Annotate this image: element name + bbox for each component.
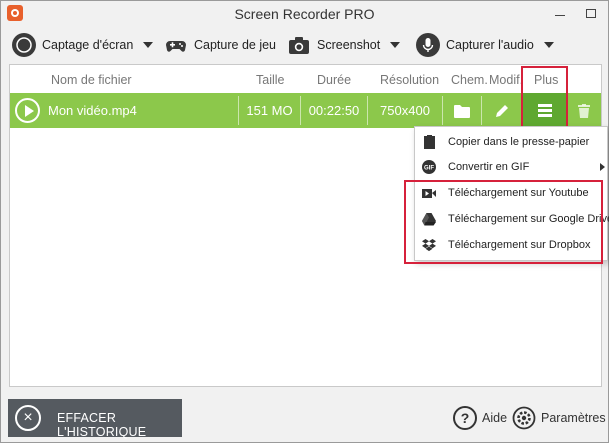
settings-button[interactable]: Paramètres <box>511 403 606 433</box>
file-size: 151 MO <box>246 103 293 118</box>
folder-icon <box>454 104 470 118</box>
file-duration: 00:22:50 <box>308 103 360 118</box>
app-window: Screen Recorder PRO Captage d'écran Capt… <box>0 0 609 443</box>
close-icon: × <box>15 405 41 431</box>
table-header: Nom de fichier Taille Durée Résolution C… <box>10 65 601 93</box>
menu-item-upload-google-drive[interactable]: Téléchargement sur Google Drive <box>415 207 609 232</box>
column-header-resolution[interactable]: Résolution <box>380 73 439 87</box>
screen-capture-menu[interactable]: Captage d'écran <box>12 28 154 62</box>
menu-label: Téléchargement sur Dropbox <box>448 239 591 251</box>
game-capture-button[interactable]: Capture de jeu <box>164 28 276 62</box>
menu-label: Téléchargement sur Youtube <box>448 187 589 199</box>
file-resolution: 750x400 <box>380 103 430 118</box>
column-header-name[interactable]: Nom de fichier <box>51 73 132 87</box>
menu-label: Téléchargement sur Google Drive <box>448 213 609 225</box>
chevron-down-icon <box>143 42 154 48</box>
audio-capture-label: Capturer l'audio <box>446 38 534 52</box>
chevron-down-icon <box>543 42 554 48</box>
menu-label: Convertir en GIF <box>448 161 530 173</box>
table-row[interactable]: Mon vidéo.mp4 151 MO 00:22:50 750x400 <box>10 93 601 128</box>
pencil-icon <box>496 104 508 117</box>
menu-item-upload-dropbox[interactable]: Téléchargement sur Dropbox <box>415 233 607 258</box>
game-capture-label: Capture de jeu <box>194 38 277 52</box>
screen-capture-label: Captage d'écran <box>42 38 134 52</box>
open-folder-button[interactable] <box>443 93 481 128</box>
file-name: Mon vidéo.mp4 <box>48 103 137 118</box>
svg-text:GIF: GIF <box>424 166 434 172</box>
menu-icon <box>538 104 552 117</box>
title-bar: Screen Recorder PRO <box>1 1 608 27</box>
edit-button[interactable] <box>482 93 522 128</box>
clipboard-icon <box>422 135 436 149</box>
trash-icon <box>578 103 590 118</box>
camera-icon <box>287 33 311 57</box>
chevron-down-icon <box>390 42 401 48</box>
gear-icon <box>511 405 537 431</box>
microphone-icon <box>416 33 440 57</box>
column-header-size[interactable]: Taille <box>256 73 285 87</box>
help-icon: ? <box>453 406 477 430</box>
column-header-edit: Modif. <box>489 73 521 87</box>
chevron-right-icon <box>600 163 605 171</box>
dropbox-icon <box>422 238 436 252</box>
context-menu: Copier dans le presse-papier GIF Convert… <box>414 126 609 261</box>
window-title: Screen Recorder PRO <box>234 6 375 22</box>
play-button[interactable] <box>15 98 40 123</box>
audio-capture-menu[interactable]: Capturer l'audio <box>416 28 554 62</box>
screenshot-label: Screenshot <box>317 38 381 52</box>
maximize-icon <box>586 8 596 18</box>
gamepad-icon <box>164 33 188 57</box>
screenshot-menu[interactable]: Screenshot <box>287 28 401 62</box>
more-button-icon-wrap <box>523 93 567 128</box>
maximize-button[interactable] <box>577 1 605 25</box>
clear-history-label: EFFACER L'HISTORIQUE <box>57 411 147 439</box>
youtube-icon <box>422 186 436 200</box>
clear-history-button[interactable]: × EFFACER L'HISTORIQUE <box>8 399 182 439</box>
google-drive-icon <box>422 212 436 226</box>
column-header-path: Chem. <box>451 73 488 87</box>
record-icon <box>12 33 36 57</box>
minimize-icon <box>555 14 565 16</box>
menu-item-copy-clipboard[interactable]: Copier dans le presse-papier <box>415 130 607 155</box>
column-header-more: Plus <box>534 73 559 87</box>
help-button[interactable]: ? Aide <box>453 403 507 433</box>
delete-button[interactable] <box>567 93 601 128</box>
column-header-duration[interactable]: Durée <box>317 73 351 87</box>
play-icon <box>24 104 34 117</box>
minimize-button[interactable] <box>546 1 574 25</box>
menu-label: Copier dans le presse-papier <box>448 136 590 148</box>
settings-label: Paramètres <box>541 411 606 425</box>
gif-icon: GIF <box>422 160 436 174</box>
help-label: Aide <box>482 411 508 425</box>
menu-item-convert-gif[interactable]: GIF Convertir en GIF <box>415 155 607 180</box>
menu-item-upload-youtube[interactable]: Téléchargement sur Youtube <box>415 181 607 206</box>
toolbar: Captage d'écran Capture de jeu Screensho… <box>1 28 608 62</box>
